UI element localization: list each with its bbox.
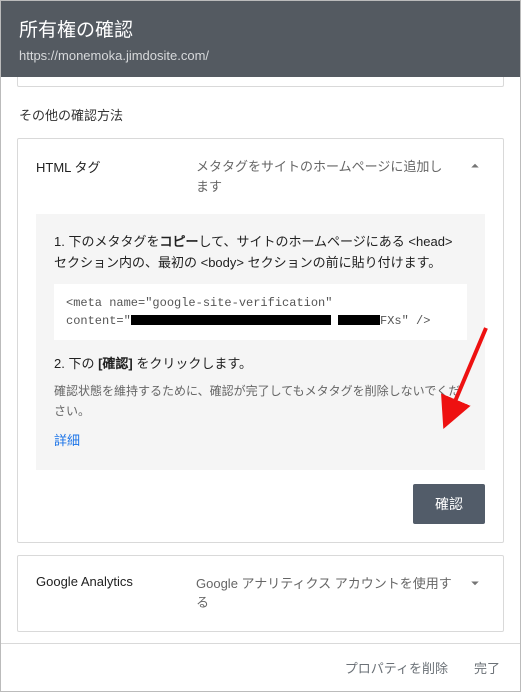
meta-tag-code[interactable]: <meta name="google-site-verification" co… (54, 284, 467, 340)
ga-title: Google Analytics (36, 574, 196, 589)
html-tag-header[interactable]: HTML タグ メタタグをサイトのホームページに追加します (18, 139, 503, 214)
redacted-token (338, 315, 380, 325)
details-link[interactable]: 詳細 (54, 431, 80, 452)
chevron-up-icon (465, 157, 485, 175)
html-tag-body: 1. 下のメタタグをコピーして、サイトのホームページにある <head> セクシ… (18, 214, 503, 542)
html-tag-panel: HTML タグ メタタグをサイトのホームページに追加します 1. 下のメタタグを… (17, 138, 504, 543)
step-2: 2. 下の [確認] をクリックします。 (54, 354, 467, 375)
dialog-footer: プロパティを削除 完了 (1, 643, 520, 691)
instructions-box: 1. 下のメタタグをコピーして、サイトのホームページにある <head> セクシ… (36, 214, 485, 470)
confirm-row: 確認 (36, 484, 485, 524)
confirm-button[interactable]: 確認 (413, 484, 485, 524)
redacted-token (131, 315, 331, 325)
ga-panel: Google Analytics Google アナリティクス アカウントを使用… (17, 555, 504, 632)
dialog-header: 所有権の確認 https://monemoka.jimdosite.com/ (1, 1, 520, 77)
previous-panel-edge (17, 77, 504, 87)
html-tag-desc: メタタグをサイトのホームページに追加します (196, 157, 465, 196)
ga-desc: Google アナリティクス アカウントを使用する (196, 574, 465, 613)
html-tag-title: HTML タグ (36, 157, 196, 176)
done-button[interactable]: 完了 (474, 658, 500, 677)
delete-property-button[interactable]: プロパティを削除 (345, 658, 448, 677)
chevron-down-icon (465, 574, 485, 592)
site-url: https://monemoka.jimdosite.com/ (19, 48, 502, 63)
keep-tag-note: 確認状態を維持するために、確認が完了してもメタタグを削除しないでください。 (54, 382, 467, 420)
other-methods-heading: その他の確認方法 (19, 105, 504, 124)
step-1: 1. 下のメタタグをコピーして、サイトのホームページにある <head> セクシ… (54, 232, 467, 274)
page-title: 所有権の確認 (19, 15, 502, 42)
content-area: その他の確認方法 HTML タグ メタタグをサイトのホームページに追加します 1… (1, 77, 520, 647)
ga-header[interactable]: Google Analytics Google アナリティクス アカウントを使用… (18, 556, 503, 631)
